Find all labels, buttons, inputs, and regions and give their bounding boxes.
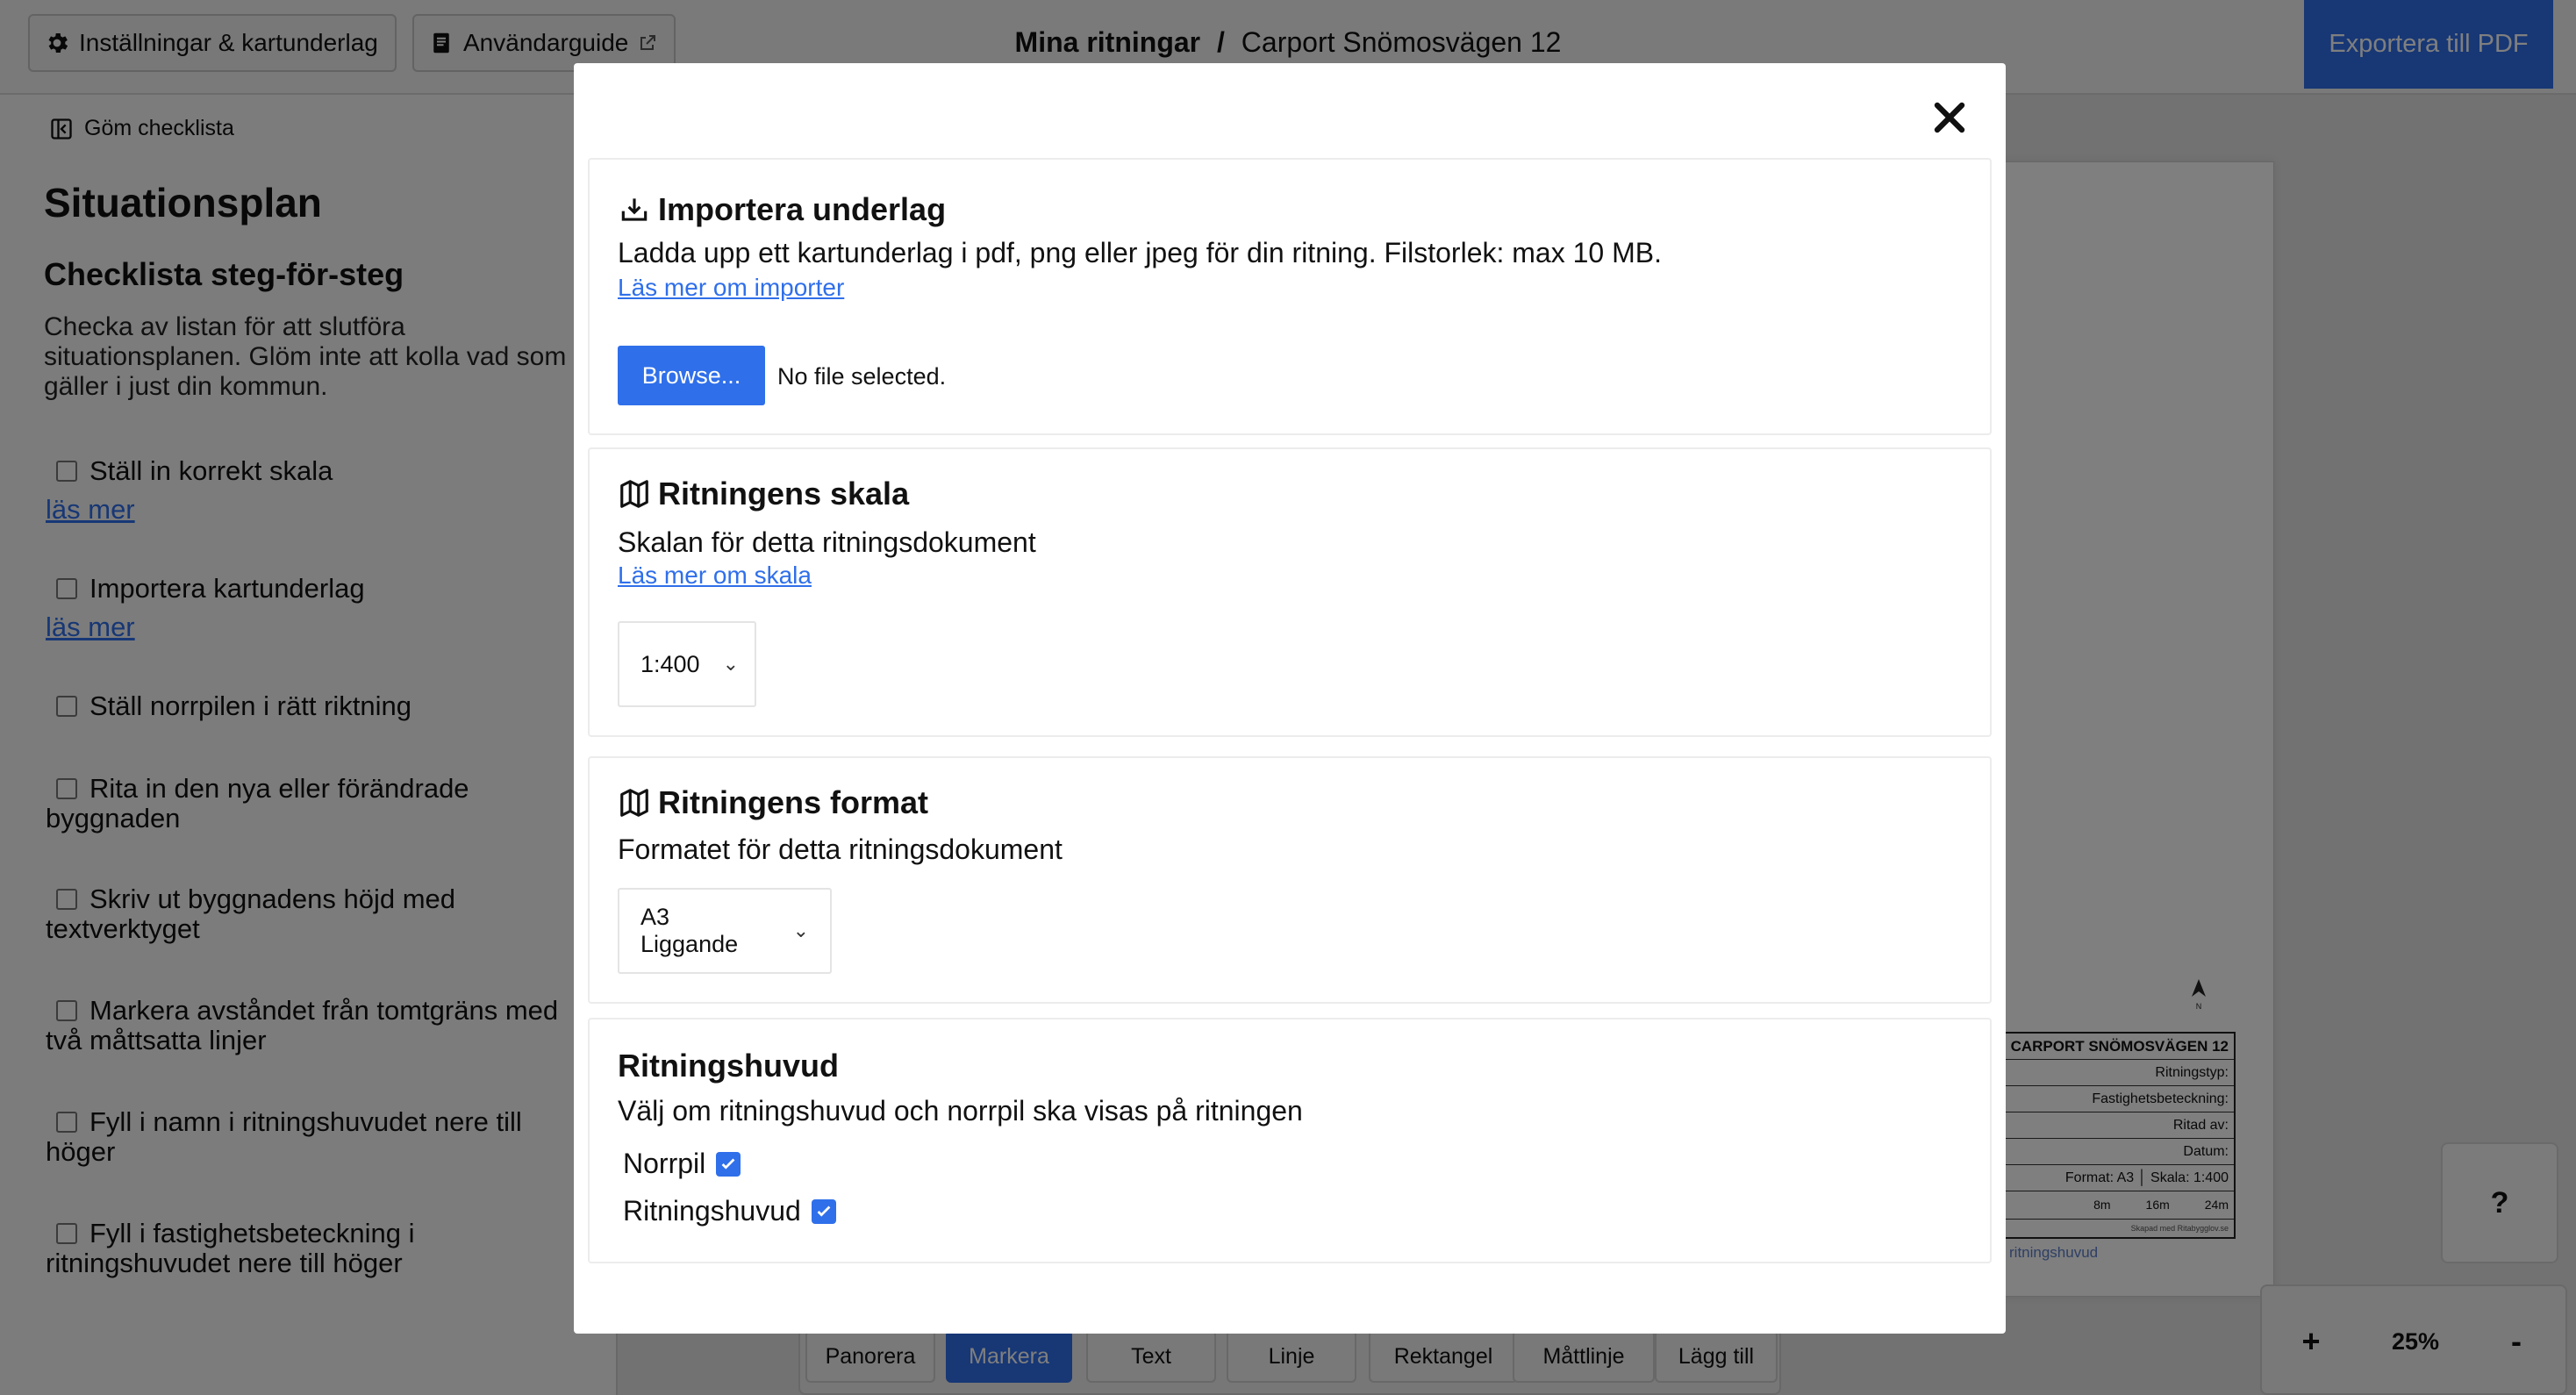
- checkmark-icon: [817, 1205, 831, 1217]
- north-arrow-checkbox[interactable]: [716, 1151, 741, 1177]
- scale-description: Skalan för detta ritningsdokument: [618, 526, 1036, 558]
- drawing-header-option-label: Ritningshuvud: [623, 1195, 801, 1227]
- format-select[interactable]: A3 Liggande ⌄: [618, 888, 832, 974]
- drawing-header-option[interactable]: Ritningshuvud: [623, 1195, 836, 1227]
- chevron-down-icon: ⌄: [722, 653, 740, 675]
- drawing-header-title: Ritningshuvud: [618, 1048, 839, 1084]
- scale-title-text: Ritningens skala: [658, 476, 910, 512]
- scale-title: Ritningens skala: [618, 476, 909, 512]
- file-status: No file selected.: [777, 363, 947, 390]
- import-read-more-link[interactable]: Läs mer om importer: [618, 274, 844, 302]
- format-section: Ritningens format Formatet för detta rit…: [588, 756, 1992, 1004]
- drawing-header-section: Ritningshuvud Välj om ritningshuvud och …: [588, 1018, 1992, 1263]
- format-title-text: Ritningens format: [658, 784, 929, 820]
- checkmark-icon: [721, 1158, 735, 1170]
- import-title: Importera underlag: [618, 191, 946, 228]
- close-icon[interactable]: [1928, 97, 1971, 139]
- import-icon: [621, 198, 648, 221]
- map-icon: [620, 480, 648, 508]
- import-description: Ladda upp ett kartunderlag i pdf, png el…: [618, 237, 1662, 268]
- import-section: Importera underlag Ladda upp ett kartund…: [588, 158, 1992, 435]
- settings-modal: Importera underlag Ladda upp ett kartund…: [574, 63, 2006, 1334]
- drawing-header-description: Välj om ritningshuvud och norrpil ska vi…: [618, 1095, 1303, 1127]
- format-select-value: A3 Liggande: [640, 904, 739, 957]
- scale-select[interactable]: 1:400 ⌄: [618, 621, 756, 707]
- import-title-text: Importera underlag: [658, 191, 947, 227]
- north-arrow-option[interactable]: Norrpil: [623, 1148, 741, 1180]
- browse-button[interactable]: Browse...: [618, 346, 765, 405]
- format-title: Ritningens format: [618, 784, 928, 821]
- north-arrow-option-label: Norrpil: [623, 1148, 706, 1179]
- scale-section: Ritningens skala Skalan för detta ritnin…: [588, 447, 1992, 737]
- chevron-down-icon: ⌄: [792, 919, 809, 941]
- map-icon: [620, 789, 648, 817]
- format-description: Formatet för detta ritningsdokument: [618, 833, 1063, 865]
- scale-read-more-link[interactable]: Läs mer om skala: [618, 562, 812, 590]
- scale-select-value: 1:400: [640, 650, 700, 677]
- drawing-header-checkbox[interactable]: [811, 1198, 836, 1224]
